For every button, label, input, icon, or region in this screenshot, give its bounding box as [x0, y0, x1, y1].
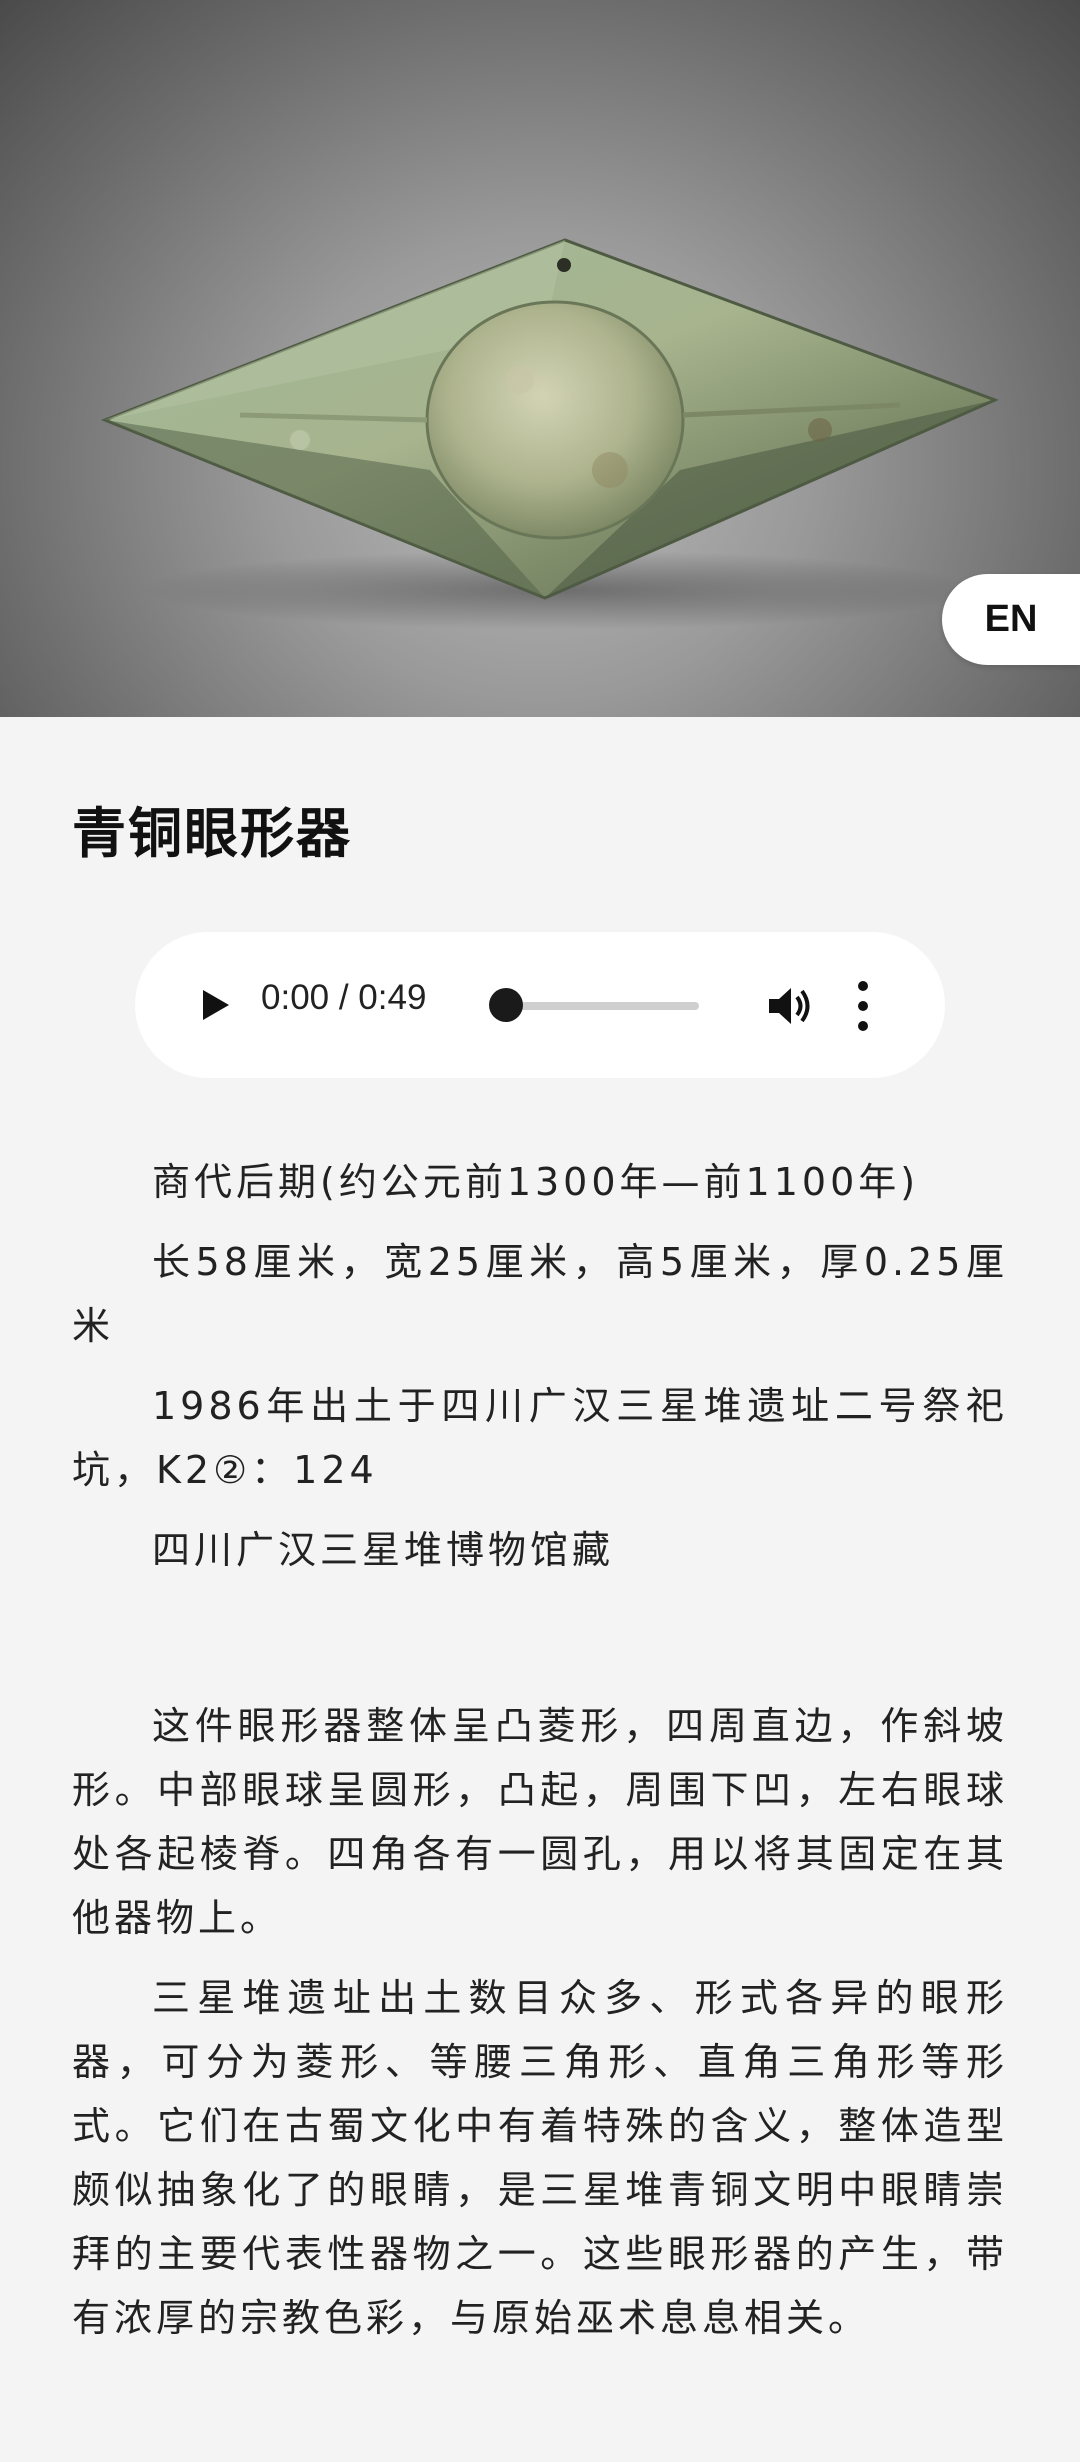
exhibit-content: 青铜眼形器 0:00 / 0:49 商代后期(约公元前1300年—前1100年)… — [0, 717, 1080, 2350]
exhibit-title: 青铜眼形器 — [72, 802, 352, 865]
audio-progress-track[interactable] — [499, 1002, 699, 1010]
artifact-photo: EN — [0, 0, 1080, 717]
audio-player: 0:00 / 0:49 — [135, 932, 945, 1078]
artifact-description: 这件眼形器整体呈凸菱形，四周直边，作斜坡形。中部眼球呈圆形，凸起，周围下凹，左右… — [72, 1694, 1008, 2350]
artifact-metadata: 商代后期(约公元前1300年—前1100年) 长58厘米，宽25厘米，高5厘米，… — [72, 1150, 1008, 1582]
description-paragraph: 三星堆遗址出土数目众多、形式各异的眼形器，可分为菱形、等腰三角形、直角三角形等形… — [72, 1976, 1008, 2340]
collection-text: 四川广汉三星堆博物馆藏 — [152, 1528, 615, 1572]
volume-icon[interactable] — [763, 980, 815, 1032]
play-icon[interactable] — [189, 980, 239, 1030]
audio-time: 0:00 / 0:49 — [261, 978, 427, 1017]
more-options-icon[interactable] — [853, 978, 873, 1034]
audio-progress-handle[interactable] — [489, 988, 523, 1022]
bronze-eye-artifact-image — [100, 238, 999, 630]
language-toggle-button[interactable]: EN — [942, 574, 1080, 665]
period-text: 商代后期(约公元前1300年—前1100年) — [152, 1160, 920, 1204]
excavation-text: 1986年出土于四川广汉三星堆遗址二号祭祀坑，K2②：124 — [72, 1384, 1008, 1492]
dimensions-text: 长58厘米，宽25厘米，高5厘米，厚0.25厘米 — [72, 1240, 1008, 1348]
description-paragraph: 这件眼形器整体呈凸菱形，四周直边，作斜坡形。中部眼球呈圆形，凸起，周围下凹，左右… — [72, 1704, 1008, 1940]
